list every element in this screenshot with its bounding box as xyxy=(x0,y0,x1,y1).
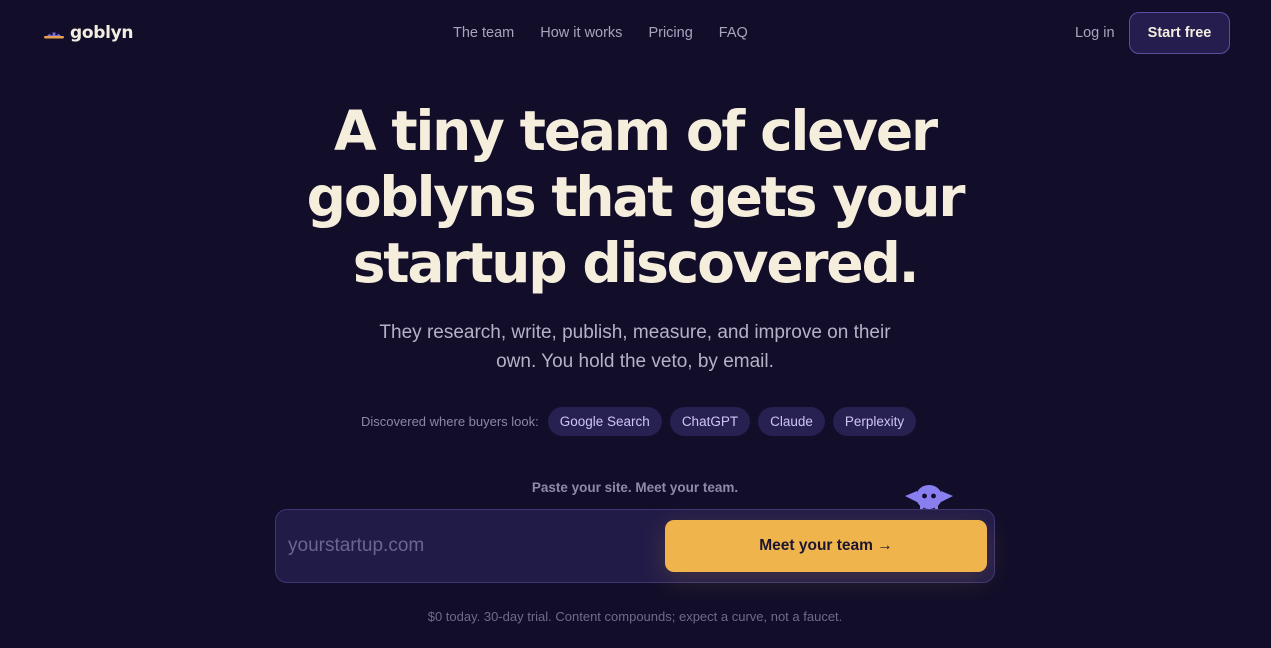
hero-title: A tiny team of clever goblyns that gets … xyxy=(235,98,1035,296)
signup-form: Meet your team → xyxy=(275,509,995,583)
trial-fineprint: $0 today. 30-day trial. Content compound… xyxy=(427,609,843,624)
chip-google-search: Google Search xyxy=(547,407,662,436)
chip-chatgpt: ChatGPT xyxy=(669,407,751,436)
main-nav: The team How it works Pricing FAQ xyxy=(453,23,748,43)
discovery-label: Discovered where buyers look: xyxy=(361,414,539,429)
hero-subtitle: They research, write, publish, measure, … xyxy=(355,318,915,376)
nav-link-the-team[interactable]: The team xyxy=(453,23,514,43)
chip-claude: Claude xyxy=(758,407,825,436)
hero-subtitle-line-1: They research, write, publish, measure, … xyxy=(379,322,891,343)
goblin-logo-icon xyxy=(44,32,64,39)
hero-title-line-1: A tiny team of clever xyxy=(334,99,938,163)
nav-link-faq[interactable]: FAQ xyxy=(719,23,748,43)
brand-name: goblyn xyxy=(70,23,134,43)
meet-your-team-button[interactable]: Meet your team → xyxy=(665,520,987,572)
website-url-input[interactable] xyxy=(288,528,648,564)
hero-title-line-3: startup discovered. xyxy=(352,231,920,295)
nav-link-how-it-works[interactable]: How it works xyxy=(540,23,622,43)
discovery-channels: Discovered where buyers look: Google Sea… xyxy=(361,407,917,436)
brand-logo[interactable]: goblyn xyxy=(44,20,134,46)
nav-link-pricing[interactable]: Pricing xyxy=(648,23,692,43)
chip-perplexity: Perplexity xyxy=(832,407,917,436)
login-link[interactable]: Log in xyxy=(1075,23,1115,43)
signup-label: Paste your site. Meet your team. xyxy=(531,480,739,495)
hero-title-line-2: goblyns that gets your xyxy=(306,165,966,229)
site-header: goblyn The team How it works Pricing FAQ… xyxy=(0,0,1271,66)
hero-subtitle-line-2: own. You hold the veto, by email. xyxy=(496,351,774,372)
start-free-button[interactable]: Start free xyxy=(1129,12,1230,54)
